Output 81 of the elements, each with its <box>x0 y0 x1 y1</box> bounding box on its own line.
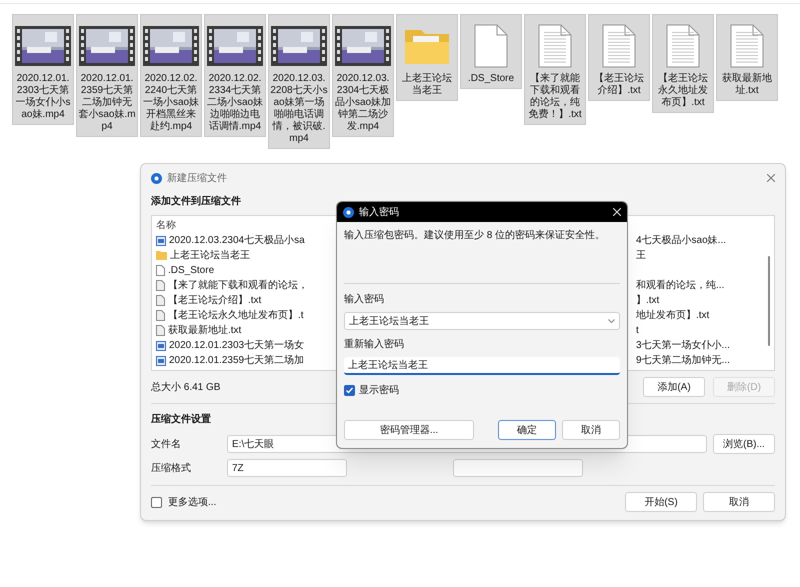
file-name[interactable]: 2020.12.03.2304七天极品小sa <box>169 233 305 248</box>
section-heading: 添加文件到压缩文件 <box>151 194 242 209</box>
file-name[interactable]: t <box>636 323 639 338</box>
password-field[interactable]: 上老王论坛当老王 <box>344 312 620 330</box>
file-icon <box>473 24 509 68</box>
text-file-icon <box>156 295 165 306</box>
cancel-button[interactable]: 取消 <box>562 420 620 440</box>
start-button[interactable]: 开始(S) <box>625 492 697 512</box>
cancel-button[interactable]: 取消 <box>703 492 775 512</box>
checkbox-label[interactable]: 显示密码 <box>359 383 399 398</box>
text-file-icon <box>665 24 701 68</box>
file-name[interactable]: 和观看的论坛，纯... <box>636 278 724 293</box>
file-name: 获取最新地址.txt <box>721 73 773 97</box>
file-name[interactable]: 3七天第一场女仆小... <box>636 338 730 353</box>
file-tile[interactable]: 2020.12.03.2208七天小sao妹第一场啪啪电话调情，被识破.mp4 <box>268 14 330 149</box>
app-logo-icon <box>151 172 162 184</box>
total-size: 总大小 6.41 GB <box>151 380 220 394</box>
field-label: 输入密码 <box>344 292 385 307</box>
file-name[interactable]: 获取最新地址.txt <box>168 323 242 338</box>
file-tile[interactable]: 2020.12.01.2303七天第一场女仆小sao妹.mp4 <box>12 14 74 125</box>
file-tile[interactable]: 【老王论坛永久地址发布页】.txt <box>652 14 714 113</box>
window-title: 输入密码 <box>359 206 399 220</box>
description-text: 输入压缩包密码。建议使用至少 8 位的密码来保证安全性。 <box>344 228 606 243</box>
file-name: 2020.12.02.2334七天第二场小sao妹边啪啪边电话调情.mp4 <box>206 73 264 133</box>
file-tile[interactable]: 【来了就能下载和观看的论坛，纯免费！】.txt <box>524 14 586 125</box>
ok-button[interactable]: 确定 <box>498 420 556 440</box>
file-name: 2020.12.03.2304七天极品小sao妹加钟第二场沙发.mp4 <box>334 73 392 133</box>
file-icon <box>156 265 165 276</box>
format-dropdown[interactable]: 7Z <box>227 459 347 477</box>
file-name[interactable]: 9七天第二场加钟无... <box>636 353 730 368</box>
file-tile[interactable]: 2020.12.02.2240七天第一场小sao妹开档黑丝来赴约.mp4 <box>140 14 202 137</box>
window-title: 新建压缩文件 <box>167 172 227 186</box>
file-name: 2020.12.01.2359七天第二场加钟无套小sao妹.mp4 <box>78 73 136 133</box>
file-name[interactable]: 2020.12.01.2303七天第一场女 <box>169 338 304 353</box>
field-label: 文件名 <box>151 438 182 452</box>
file-name[interactable]: 【老王论坛永久地址发布页】.t <box>168 308 304 323</box>
text-file-icon <box>156 310 165 321</box>
file-tile[interactable]: 【老王论坛介绍】.txt <box>588 14 650 101</box>
text-file-icon <box>601 24 637 68</box>
checkbox-label[interactable]: 更多选项... <box>168 494 619 510</box>
chevron-down-icon[interactable] <box>608 319 615 323</box>
text-file-icon <box>156 280 165 291</box>
file-name: .DS_Store <box>468 73 514 85</box>
video-file-icon <box>156 236 166 246</box>
text-file-icon <box>537 24 573 68</box>
file-name: 2020.12.02.2240七天第一场小sao妹开档黑丝来赴约.mp4 <box>142 73 200 133</box>
file-tile[interactable]: .DS_Store <box>460 14 522 89</box>
text-file-icon <box>729 24 765 68</box>
file-tile[interactable]: 上老王论坛当老王 <box>396 14 458 101</box>
folder-icon <box>156 251 167 260</box>
file-name[interactable]: 地址发布页】.txt <box>636 308 710 323</box>
file-name: 2020.12.03.2208七天小sao妹第一场啪啪电话调情，被识破.mp4 <box>270 73 328 145</box>
file-tile[interactable]: 2020.12.02.2334七天第二场小sao妹边啪啪边电话调情.mp4 <box>204 14 266 137</box>
file-name: 【来了就能下载和观看的论坛，纯免费！】.txt <box>527 73 583 121</box>
file-name[interactable]: 【来了就能下载和观看的论坛， <box>168 278 308 293</box>
file-name[interactable]: 王 <box>636 248 646 263</box>
file-name: 【老王论坛永久地址发布页】.txt <box>657 73 709 109</box>
file-name: 2020.12.01.2303七天第一场女仆小sao妹.mp4 <box>14 73 72 121</box>
add-button[interactable]: 添加(A) <box>643 377 705 397</box>
file-name[interactable]: 】.txt <box>636 293 660 308</box>
file-name: 上老王论坛当老王 <box>401 73 453 97</box>
file-name[interactable]: 【老王论坛介绍】.txt <box>168 293 262 308</box>
file-name[interactable]: .DS_Store <box>168 263 214 278</box>
file-tile[interactable]: 获取最新地址.txt <box>716 14 778 101</box>
file-tile[interactable]: 2020.12.01.2359七天第二场加钟无套小sao妹.mp4 <box>76 14 138 137</box>
confirm-password-field[interactable]: 上老王论坛当老王 <box>344 357 620 375</box>
browse-button[interactable]: 浏览(B)... <box>713 434 775 454</box>
checkbox[interactable] <box>151 496 162 508</box>
file-tile[interactable]: 2020.12.03.2304七天极品小sao妹加钟第二场沙发.mp4 <box>332 14 394 137</box>
text-file-icon <box>156 325 165 336</box>
scrollbar[interactable] <box>768 256 770 346</box>
file-name[interactable]: 2020.12.01.2359七天第二场加 <box>169 353 304 368</box>
file-name[interactable]: 上老王论坛当老王 <box>170 248 250 263</box>
password-manager-button[interactable]: 密码管理器... <box>344 420 474 440</box>
file-name[interactable]: 4七天极品小sao妹... <box>636 233 726 248</box>
file-name: 【老王论坛介绍】.txt <box>593 73 645 97</box>
app-logo-icon <box>343 206 354 218</box>
field-label: 重新输入密码 <box>344 338 405 352</box>
field-label: 压缩格式 <box>151 462 192 476</box>
section-heading: 压缩文件设置 <box>151 412 212 427</box>
checkbox[interactable] <box>344 385 355 396</box>
